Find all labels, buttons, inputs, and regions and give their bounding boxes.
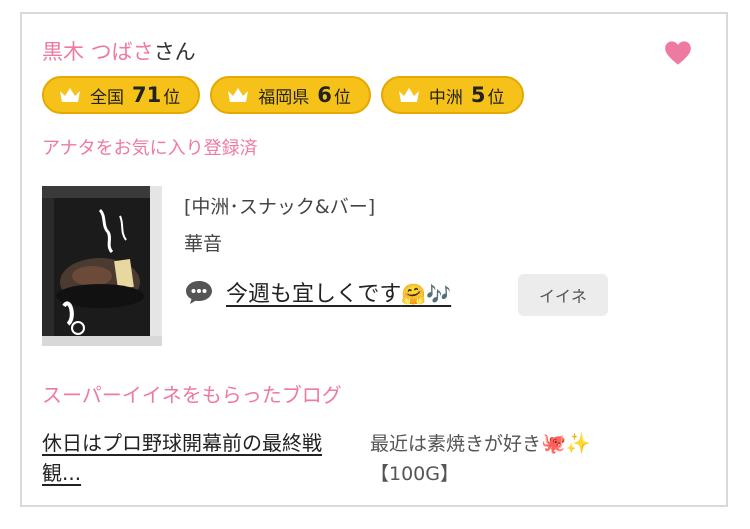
user-name-text[interactable]: 黒木 つばさ	[42, 40, 154, 64]
blog-comment: 最近は素焼きが好き🐙✨ 【100G】	[370, 428, 670, 489]
rank-badge-prefecture: 福岡県 6 位	[210, 76, 371, 114]
rank-unit: 位	[487, 87, 505, 108]
rank-label: 中洲	[428, 87, 463, 108]
blog-comment-emoji: 🐙✨	[541, 431, 591, 455]
blog-points: 【100G】	[370, 463, 459, 485]
crown-icon	[228, 88, 249, 102]
rank-label: 全国	[90, 87, 124, 108]
rank-badge-area: 中洲 5 位	[380, 76, 525, 114]
shop-name[interactable]: 華音	[184, 229, 375, 256]
shop-info: [中洲･スナック&バー] 華音	[184, 192, 375, 256]
shop-thumbnail[interactable]	[42, 186, 162, 346]
rank-label: 福岡県	[258, 87, 310, 108]
user-card: 黒木 つばささん 全国 71 位 福岡県 6 位 中洲 5 位 アナタをお気に入…	[20, 12, 728, 507]
crown-icon	[60, 88, 80, 102]
shop-genre: [中洲･スナック&バー]	[184, 196, 376, 218]
favorite-status: アナタをお気に入り登録済	[42, 138, 258, 159]
rank-number: 6	[317, 83, 332, 107]
crown-icon	[398, 88, 419, 102]
rank-badges: 全国 71 位 福岡県 6 位 中洲 5 位	[42, 76, 525, 114]
blog-title-link[interactable]: 休日はプロ野球開幕前の最終戦観...	[42, 428, 352, 488]
post-title-link[interactable]: 今週も宜しくです🤗🎶	[226, 276, 451, 308]
rank-unit: 位	[333, 87, 351, 108]
user-name-suffix: さん	[153, 40, 196, 64]
latest-post: 今週も宜しくです🤗🎶	[184, 276, 451, 308]
heart-icon[interactable]	[664, 40, 692, 66]
blog-comment-text: 最近は素焼きが好き	[370, 433, 542, 455]
user-name[interactable]: 黒木 つばささん	[42, 36, 196, 66]
iine-button[interactable]: イイネ	[518, 274, 608, 316]
rank-badge-national: 全国 71 位	[42, 76, 201, 114]
rank-number: 5	[470, 83, 486, 107]
post-title-text: 今週も宜しくです	[226, 282, 402, 307]
super-iine-heading: スーパーイイネをもらったブログ	[42, 383, 342, 407]
rank-number: 71	[132, 83, 162, 107]
speech-bubble-icon	[186, 281, 212, 304]
post-title-emoji: 🤗🎶	[401, 282, 452, 306]
rank-unit: 位	[163, 87, 181, 108]
